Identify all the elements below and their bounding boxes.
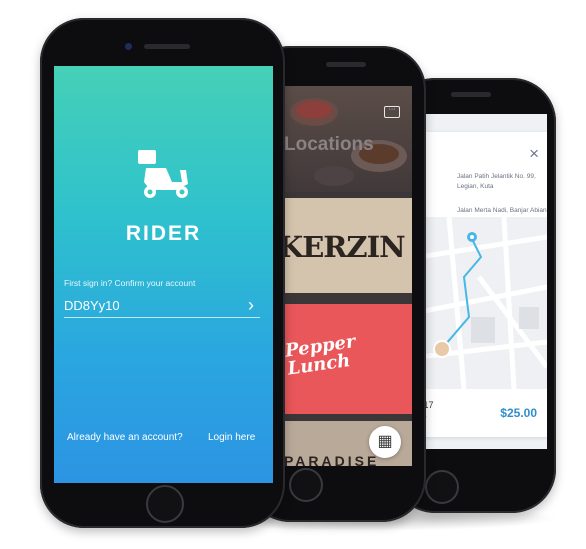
brand-card-pepper-lunch[interactable]: Pepper Lunch bbox=[284, 304, 412, 414]
speaker-grille bbox=[451, 92, 491, 97]
pickup-address: Jalan Patih Jelantik No. 99, Legian, Kut… bbox=[457, 173, 536, 190]
speaker-grille bbox=[326, 62, 366, 67]
phone-back-screen: × Jalan Patih Jelantik No. 99, Legian, K… bbox=[413, 114, 547, 449]
brand-label: PARADISE bbox=[284, 453, 380, 466]
phone-front: RIDER First sign in? Confirm your accoun… bbox=[40, 18, 285, 528]
food-header-photo: Locations ··· bbox=[284, 86, 412, 192]
trip-price: $25.00 bbox=[500, 406, 537, 420]
phone-front-screen: RIDER First sign in? Confirm your accoun… bbox=[54, 66, 273, 483]
close-icon[interactable]: × bbox=[529, 144, 539, 164]
have-account-text: Already have an account? bbox=[67, 432, 183, 443]
page-title: Locations bbox=[284, 134, 374, 155]
home-button[interactable] bbox=[146, 485, 184, 523]
brand-label: KERZIN bbox=[284, 230, 406, 264]
home-button[interactable] bbox=[289, 468, 323, 502]
grid-icon[interactable]: ▦ bbox=[369, 426, 401, 458]
map-streets bbox=[419, 217, 547, 389]
scooter-icon bbox=[138, 150, 188, 198]
login-link[interactable]: Login here bbox=[208, 432, 255, 443]
driver-avatar[interactable] bbox=[433, 340, 451, 358]
app-title: RIDER bbox=[125, 222, 202, 245]
speaker-grille bbox=[144, 44, 190, 49]
confirm-hint: First sign in? Confirm your account bbox=[64, 278, 196, 288]
route-map[interactable] bbox=[419, 217, 547, 389]
trip-card: × Jalan Patih Jelantik No. 99, Legian, K… bbox=[419, 132, 547, 437]
home-button[interactable] bbox=[425, 470, 459, 504]
phone-middle-screen: Locations ··· KERZIN Pepper Lunch PARADI… bbox=[284, 86, 412, 466]
chevron-right-icon[interactable]: › bbox=[248, 295, 254, 316]
account-code-input[interactable] bbox=[64, 294, 260, 318]
front-camera bbox=[125, 43, 132, 50]
chat-icon[interactable]: ··· bbox=[384, 106, 400, 118]
brand-card-kerzin[interactable]: KERZIN bbox=[284, 198, 412, 293]
brand-label: Pepper Lunch bbox=[284, 331, 357, 380]
